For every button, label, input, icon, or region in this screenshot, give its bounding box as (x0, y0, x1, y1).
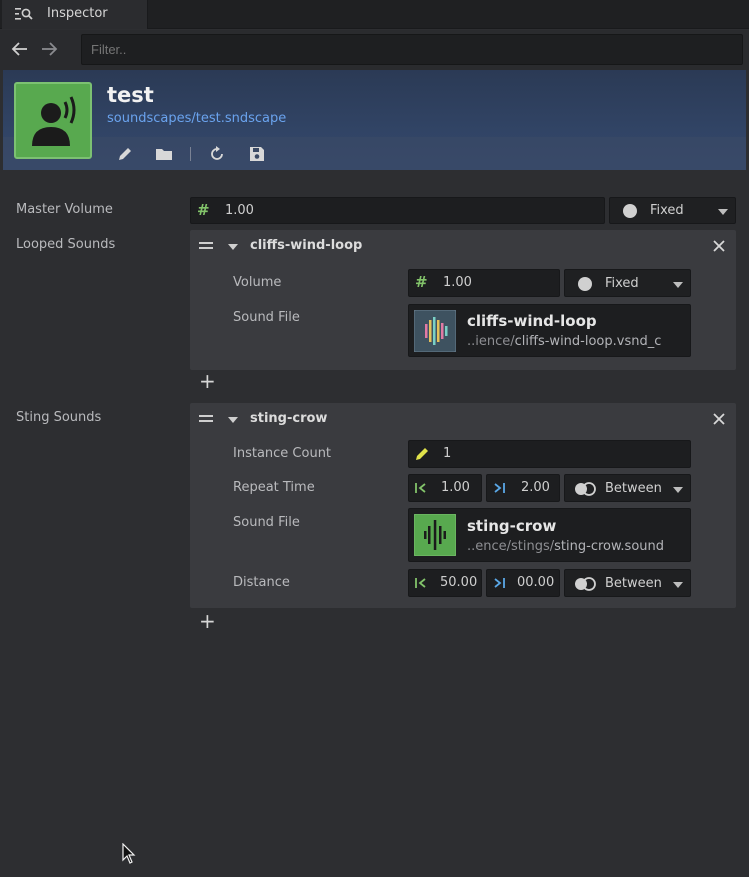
fixed-mode-icon (623, 204, 637, 218)
looped-volume-field[interactable]: # 1.00 (408, 269, 560, 297)
range-min-icon (415, 483, 426, 493)
distance-mode-dropdown[interactable]: Between (564, 569, 691, 597)
asset-path-link[interactable]: soundscapes/test.sndscape (107, 111, 286, 126)
folder-icon[interactable] (155, 145, 173, 163)
instance-count-field[interactable]: 1 (408, 440, 691, 468)
close-icon[interactable] (712, 239, 726, 253)
dropdown-label: Fixed (650, 203, 684, 218)
path-file: cliffs-wind-loop.vsnd_c (514, 334, 662, 349)
add-looped-sound-button[interactable]: + (199, 371, 216, 391)
dropdown-label: Between (605, 576, 662, 591)
asset-title: test (107, 83, 154, 107)
between-mode-icon (575, 577, 596, 591)
drag-handle-icon[interactable] (199, 242, 213, 249)
looped-file-path: ..ience/cliffs-wind-loop.vsnd_c (467, 334, 661, 349)
drag-handle-icon[interactable] (199, 415, 213, 422)
repeat-min-field[interactable]: 1.00 (408, 474, 482, 502)
looped-item-title: cliffs-wind-loop (250, 238, 363, 253)
chevron-down-icon (718, 209, 728, 215)
repeat-min-value: 1.00 (441, 480, 470, 495)
between-mode-icon (575, 482, 596, 496)
dropdown-label: Between (605, 481, 662, 496)
looped-file-name: cliffs-wind-loop (467, 312, 597, 330)
mouse-cursor-icon (122, 843, 136, 864)
distance-min-value: 50.00 (440, 575, 478, 590)
toolbar-separator (190, 147, 191, 161)
sting-sound-file-card[interactable]: sting-crow ..ence/stings/sting-crow.soun… (408, 508, 691, 562)
collapse-triangle-icon[interactable] (228, 244, 238, 250)
path-file: sting-crow.sound (554, 539, 665, 554)
range-min-icon (415, 578, 426, 588)
tab-inspector[interactable]: Inspector (2, 0, 148, 29)
asset-thumbnail (14, 82, 92, 159)
soundscape-icon (32, 96, 76, 146)
repeat-max-value: 2.00 (521, 480, 550, 495)
distance-max-value: 00.00 (517, 575, 555, 590)
distance-min-field[interactable]: 50.00 (408, 569, 482, 597)
repeat-max-field[interactable]: 2.00 (486, 474, 560, 502)
sting-item-title: sting-crow (250, 411, 328, 426)
chevron-down-icon (673, 487, 683, 493)
number-icon: # (415, 273, 428, 291)
master-volume-mode-dropdown[interactable]: Fixed (609, 197, 736, 224)
distance-max-field[interactable]: 00.00 (486, 569, 560, 597)
dropdown-label: Fixed (605, 276, 639, 291)
add-sting-sound-button[interactable]: + (199, 611, 216, 631)
back-arrow-icon[interactable] (10, 39, 30, 59)
sting-file-path: ..ence/stings/sting-crow.sound (467, 539, 664, 554)
chevron-down-icon (673, 282, 683, 288)
sound-file-label: Sound File (233, 515, 300, 530)
sting-sounds-label: Sting Sounds (16, 410, 102, 425)
path-prefix: ..ience/ (467, 334, 515, 349)
number-icon: # (197, 201, 210, 219)
header-toolbar (3, 137, 746, 170)
inspector-icon (15, 8, 33, 20)
filter-input[interactable] (81, 34, 743, 65)
instance-count-value: 1 (443, 446, 452, 461)
repeat-mode-dropdown[interactable]: Between (564, 474, 691, 502)
pencil-icon (416, 448, 428, 460)
forward-arrow-icon[interactable] (39, 39, 59, 59)
range-max-icon (494, 483, 505, 493)
chevron-down-icon (673, 582, 683, 588)
sound-file-label: Sound File (233, 310, 300, 325)
looped-volume-mode-dropdown[interactable]: Fixed (564, 269, 691, 297)
repeat-time-label: Repeat Time (233, 480, 315, 495)
master-volume-field[interactable]: # 1.00 (190, 197, 605, 224)
distance-label: Distance (233, 575, 290, 590)
sting-file-name: sting-crow (467, 517, 557, 535)
volume-label: Volume (233, 275, 282, 290)
sound-wave-icon (414, 514, 456, 556)
master-volume-value: 1.00 (225, 203, 254, 218)
looped-volume-value: 1.00 (443, 275, 472, 290)
range-max-icon (494, 578, 505, 588)
looped-sound-file-card[interactable]: cliffs-wind-loop ..ience/cliffs-wind-loo… (408, 304, 691, 357)
path-prefix: ..ence/stings/ (467, 539, 555, 554)
master-volume-label: Master Volume (16, 202, 113, 217)
instance-count-label: Instance Count (233, 446, 332, 461)
save-icon[interactable] (248, 145, 266, 163)
collapse-triangle-icon[interactable] (228, 417, 238, 423)
looped-sounds-label: Looped Sounds (16, 237, 116, 252)
tab-label: Inspector (47, 6, 108, 21)
refresh-icon[interactable] (208, 145, 226, 163)
sound-loop-icon (414, 310, 456, 352)
pencil-icon[interactable] (116, 145, 134, 163)
close-icon[interactable] (712, 412, 726, 426)
fixed-mode-icon (578, 277, 592, 291)
